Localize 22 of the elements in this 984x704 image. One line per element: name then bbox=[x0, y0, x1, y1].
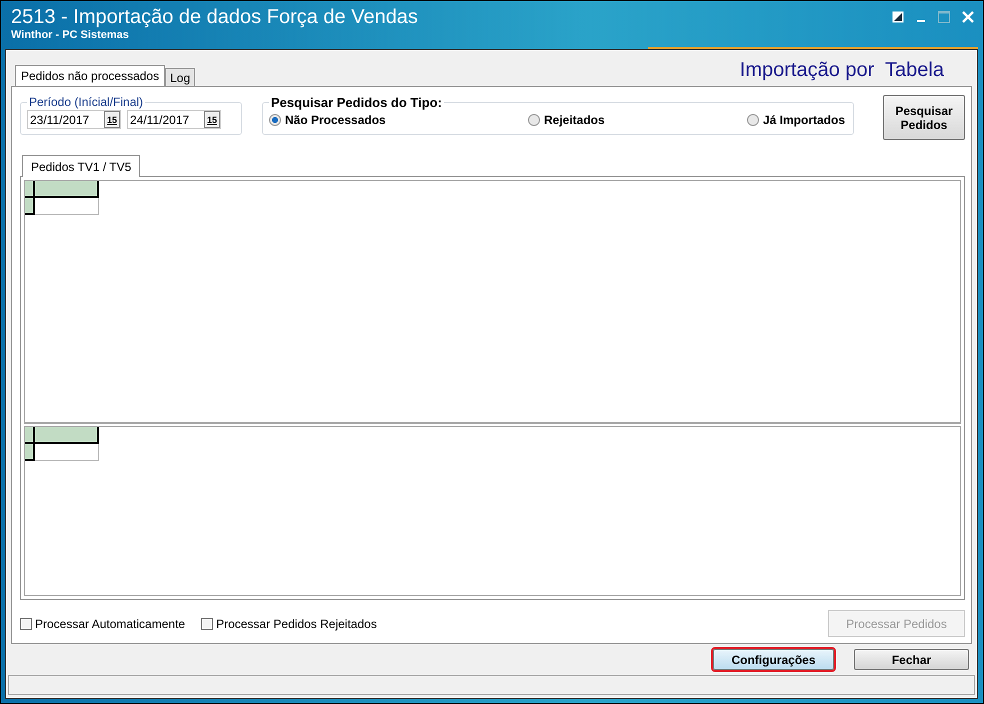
checkbox-option[interactable]: Processar Pedidos Rejeitados bbox=[201, 616, 377, 630]
radio-option[interactable]: Já Importados bbox=[746, 113, 845, 127]
close-icon[interactable] bbox=[962, 11, 974, 23]
date-field[interactable]: 23/11/2017 15 bbox=[27, 110, 121, 129]
footer-button[interactable]: Configurações bbox=[713, 649, 834, 670]
checkbox-option[interactable]: Processar Automaticamente bbox=[20, 616, 186, 630]
restore-icon[interactable] bbox=[892, 11, 904, 23]
tab[interactable]: Pedidos não processados bbox=[15, 65, 166, 86]
search-button[interactable]: Pesquisar Pedidos bbox=[883, 95, 965, 140]
calendar-button[interactable]: 15 bbox=[104, 111, 120, 128]
radio-option[interactable]: Não Processados bbox=[269, 113, 386, 127]
calendar-button[interactable]: 15 bbox=[204, 111, 220, 128]
window-title: 2513 - Importação de dados Força de Vendas bbox=[11, 5, 418, 29]
tab[interactable]: Log bbox=[165, 68, 196, 86]
window-subtitle: Winthor - PC Sistemas bbox=[11, 29, 130, 41]
date-field[interactable]: 24/11/2017 15 bbox=[127, 110, 221, 129]
radio-option[interactable]: Rejeitados bbox=[528, 113, 605, 127]
tab[interactable]: Pedidos TV1 / TV5 bbox=[22, 155, 140, 177]
footer-button[interactable]: Fechar bbox=[854, 649, 969, 670]
group-label: Período (Inícial/Final) bbox=[28, 95, 144, 109]
group-label: Pesquisar Pedidos do Tipo: bbox=[270, 95, 443, 110]
page-heading: Importação por Tabela bbox=[740, 59, 945, 83]
